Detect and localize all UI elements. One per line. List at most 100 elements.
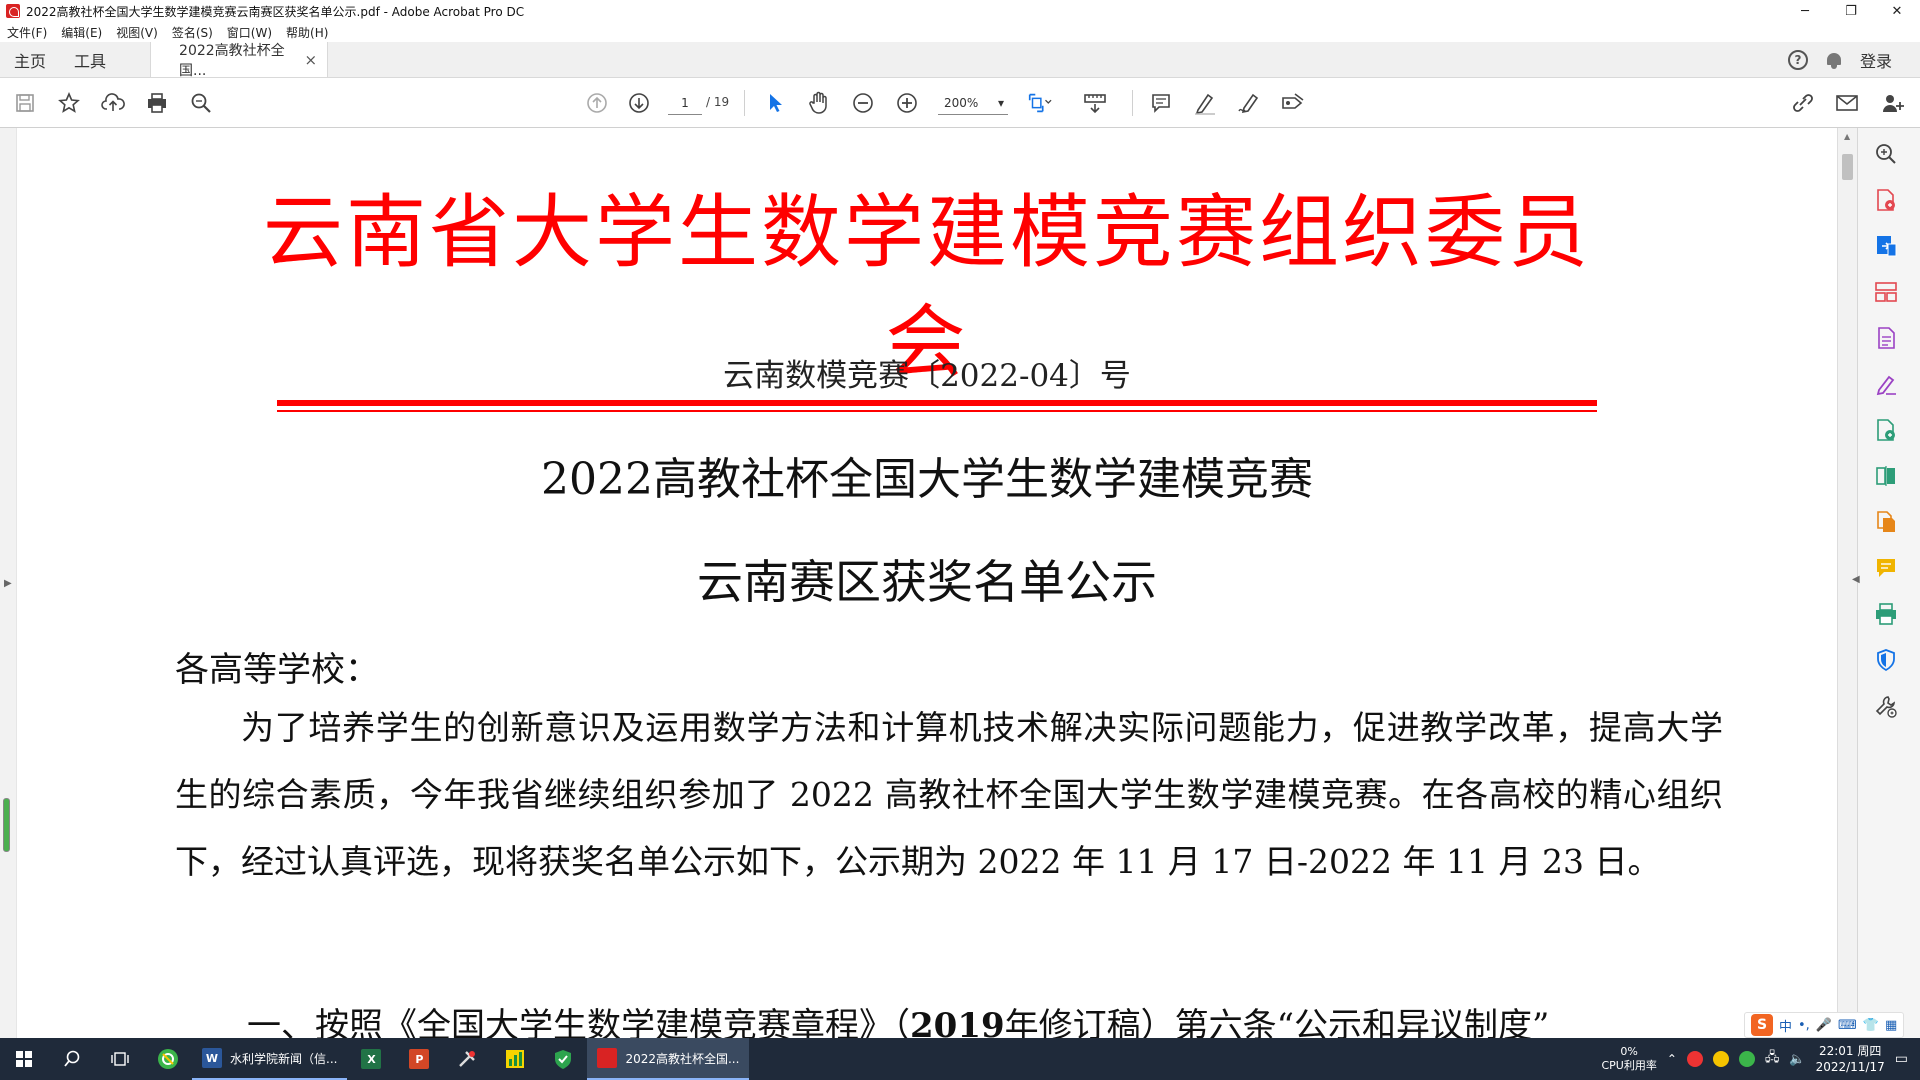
organize-pages-tool-icon[interactable] [1874, 280, 1898, 304]
ime-mode-chinese[interactable]: 中 [1779, 1016, 1792, 1035]
browser-360-icon[interactable] [144, 1038, 192, 1080]
tray-app-green-icon[interactable] [1738, 1051, 1755, 1067]
search-icon[interactable] [188, 90, 214, 116]
menu-window[interactable]: 窗口(W) [220, 24, 279, 41]
hand-tool-icon[interactable] [806, 90, 832, 116]
menu-file[interactable]: 文件(F) [0, 24, 54, 41]
previous-page-icon[interactable] [584, 90, 610, 116]
section-one-year: 2019 [910, 1006, 1005, 1038]
system-tray: 0% CPU利用率 ⌃ 🖧 🔈 22:01 周四 2022/11/17 ▭ [1601, 1038, 1920, 1080]
menu-sign[interactable]: 签名(S) [165, 24, 220, 41]
link-icon[interactable] [1790, 90, 1816, 116]
tray-app-red-icon[interactable] [1686, 1051, 1703, 1067]
tab-tools[interactable]: 工具 [60, 42, 120, 77]
fill-sign-tool-icon[interactable] [1874, 372, 1898, 396]
cpu-usage-widget[interactable]: 0% CPU利用率 [1601, 1045, 1656, 1073]
notification-center-icon[interactable]: ▭ [1895, 1051, 1908, 1067]
taskbar-word-task[interactable]: W 水利学院新闻（信... [192, 1038, 348, 1080]
comment-tool-icon[interactable] [1874, 556, 1898, 580]
maximize-button[interactable]: ❐ [1828, 0, 1874, 22]
login-button[interactable]: 登录 [1860, 48, 1892, 72]
scrollbar-thumb[interactable] [1842, 154, 1853, 180]
tab-home[interactable]: 主页 [0, 42, 60, 77]
compare-tool-icon[interactable] [1874, 464, 1898, 488]
ime-voice-icon[interactable]: 🎤 [1816, 1018, 1832, 1033]
taskbar-powerpoint[interactable]: P [395, 1038, 443, 1080]
search-zoom-tool-icon[interactable] [1874, 142, 1898, 166]
edit-pdf-tool-icon[interactable] [1874, 326, 1898, 350]
print-production-tool-icon[interactable] [1874, 602, 1898, 626]
pdf-page: 云南省大学生数学建模竞赛组织委员会 云南数模竞赛〔2022-04〕号 2022高… [17, 128, 1837, 1038]
salutation: 各高等学校： [175, 650, 379, 690]
next-page-icon[interactable] [626, 90, 652, 116]
select-cursor-icon[interactable] [762, 90, 788, 116]
comment-icon[interactable] [1148, 90, 1174, 116]
tab-document[interactable]: 2022高教社杯全国... × [150, 42, 329, 79]
zoom-level-select[interactable]: 200% ▾ [938, 91, 1008, 115]
tray-expand-chevron-icon[interactable]: ⌃ [1667, 1052, 1677, 1066]
combine-files-tool-icon[interactable] [1874, 510, 1898, 534]
menu-view[interactable]: 视图(V) [109, 24, 165, 41]
section-one-text-c: 年修订稿）第六条“公示和异议制度” [1004, 1006, 1550, 1038]
ime-punctuation-icon[interactable]: •, [1798, 1018, 1810, 1033]
export-tool-icon[interactable] [1874, 234, 1898, 258]
taskbar-acrobat-task[interactable]: 2022高教社杯全国... [587, 1038, 750, 1080]
email-icon[interactable] [1834, 90, 1860, 116]
more-tools-icon[interactable] [1874, 694, 1898, 718]
taskbar-search-icon[interactable] [48, 1038, 96, 1080]
ime-skin-icon[interactable]: 👕 [1863, 1018, 1879, 1033]
protect-shield-icon[interactable] [1874, 648, 1898, 672]
zoom-in-icon[interactable] [894, 90, 920, 116]
red-divider-thick [277, 400, 1597, 406]
taskbar-excel[interactable]: X [347, 1038, 395, 1080]
network-icon[interactable]: 🖧 [1765, 1048, 1780, 1070]
create-pdf-tool-icon[interactable] [1874, 418, 1898, 442]
minimize-button[interactable]: ─ [1782, 0, 1828, 22]
fit-page-icon[interactable] [1026, 90, 1052, 116]
task-view-icon[interactable] [96, 1038, 144, 1080]
menu-edit[interactable]: 编辑(E) [54, 24, 109, 41]
collapse-right-pane-icon[interactable]: ◀ [1852, 574, 1860, 585]
menu-help[interactable]: 帮助(H) [279, 24, 335, 41]
highlight-pen-icon[interactable] [1192, 90, 1218, 116]
ime-keyboard-icon[interactable]: ⌨ [1838, 1018, 1857, 1033]
notification-bell-icon[interactable] [1826, 51, 1842, 69]
volume-icon[interactable]: 🔈 [1789, 1052, 1805, 1067]
help-icon[interactable]: ? [1787, 49, 1808, 70]
acrobat-task-label: 2022高教社杯全国... [625, 1051, 740, 1066]
export-pdf-tool-icon[interactable] [1874, 188, 1898, 212]
start-button[interactable] [0, 1038, 48, 1080]
sign-icon[interactable] [1236, 90, 1262, 116]
ime-tools-icon[interactable]: ▦ [1885, 1018, 1897, 1033]
acrobat-app-icon [6, 4, 20, 18]
page-number-input[interactable]: 1 [668, 91, 702, 115]
sogou-logo-icon[interactable]: S [1751, 1014, 1773, 1036]
close-window-button[interactable]: ✕ [1874, 0, 1920, 22]
sogou-ime-toolbar: S 中 •, 🎤 ⌨ 👕 ▦ [1744, 1012, 1905, 1038]
bookmark-star-icon[interactable] [56, 90, 82, 116]
section-one-heading: 一、按照《全国大学生数学建模竞赛章程》（2019年修订稿）第六条“公示和异议制度… [247, 998, 1549, 1038]
scroll-up-arrow-icon[interactable]: ▲ [1844, 132, 1850, 141]
left-panel-handle[interactable] [3, 798, 10, 852]
cloud-upload-icon[interactable] [100, 90, 126, 116]
word-task-label: 水利学院新闻（信... [230, 1051, 338, 1066]
share-stamp-icon[interactable] [1280, 90, 1306, 116]
print-icon[interactable] [144, 90, 170, 116]
tray-app-yellow-icon[interactable] [1712, 1051, 1729, 1067]
zoom-out-icon[interactable] [850, 90, 876, 116]
page-total: / 19 [706, 95, 730, 109]
cpu-usage-label: CPU利用率 [1601, 1059, 1657, 1072]
save-icon[interactable] [12, 90, 38, 116]
close-tab-icon[interactable]: × [304, 51, 317, 69]
taskbar-tools-app[interactable] [443, 1038, 491, 1080]
scroll-mode-icon[interactable] [1082, 90, 1108, 116]
taskbar-chart-app[interactable] [491, 1038, 539, 1080]
document-title-line2: 云南赛区获奖名单公示 [697, 555, 1157, 609]
add-user-icon[interactable] [1880, 90, 1906, 116]
system-clock[interactable]: 22:01 周四 2022/11/17 [1816, 1043, 1885, 1075]
acrobat-taskbar-icon [597, 1048, 618, 1068]
document-tab-label: 2022高教社杯全国... [179, 42, 285, 79]
taskbar-security-app[interactable] [539, 1038, 587, 1080]
word-icon: W [202, 1048, 222, 1068]
expand-left-panel-icon[interactable]: ▶ [4, 578, 12, 589]
